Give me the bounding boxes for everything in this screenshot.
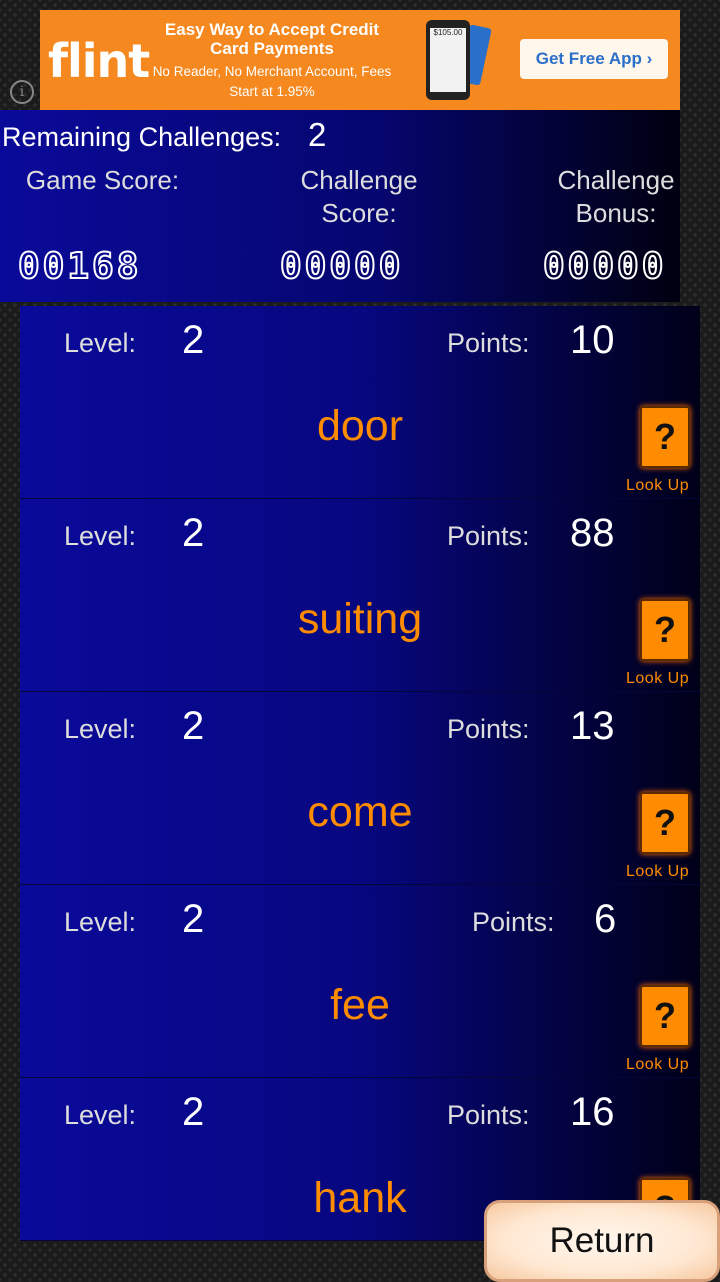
level-value: 2: [182, 511, 205, 555]
word: suiting: [297, 595, 423, 643]
lookup-question-icon[interactable]: ?: [640, 985, 690, 1047]
challenge-score-label: Challenge Score:: [300, 165, 418, 228]
game-score-label: Game Score:: [25, 165, 180, 195]
level-label: Level:: [64, 328, 137, 358]
level-value: 2: [182, 897, 205, 941]
level-label: Level:: [64, 714, 137, 744]
challenge-bonus-value: 00000: [542, 245, 667, 288]
points-label: Points:: [472, 907, 555, 937]
lookup-label[interactable]: Look Up: [626, 477, 689, 495]
ad-banner[interactable]: flint Easy Way to Accept Credit Card Pay…: [40, 10, 680, 110]
ad-headline: Easy Way to Accept Credit Card Payments: [164, 20, 380, 58]
lookup-label[interactable]: Look Up: [626, 1056, 689, 1074]
challenge-bonus-label: Challenge Bonus:: [557, 165, 675, 228]
points-label: Points:: [447, 1100, 530, 1130]
lookup-label[interactable]: Look Up: [626, 863, 689, 881]
level-label: Level:: [64, 907, 137, 937]
points-value: 16: [570, 1090, 615, 1134]
ad-logo: flint: [48, 34, 150, 88]
ad-subtext: No Reader, No Merchant Account, Fees Sta…: [152, 64, 392, 99]
lookup-label[interactable]: Look Up: [626, 670, 689, 688]
get-free-app-button[interactable]: Get Free App ›: [520, 39, 668, 79]
word-row: Level: 2 Points: 6 fee ? Look Up: [20, 885, 700, 1078]
points-label: Points:: [447, 714, 530, 744]
remaining-challenges-value: 2: [308, 116, 327, 153]
points-value: 88: [570, 511, 615, 555]
word: door: [316, 402, 404, 450]
score-header: Remaining Challenges: 2 Game Score: Chal…: [0, 110, 680, 302]
points-label: Points:: [447, 521, 530, 551]
return-button[interactable]: Return: [484, 1200, 720, 1282]
info-icon[interactable]: i: [10, 80, 34, 104]
word: come: [307, 788, 413, 836]
phone-screen-amount: $105.00: [430, 28, 466, 92]
level-value: 2: [182, 704, 205, 748]
level-value: 2: [182, 318, 205, 362]
points-value: 10: [570, 318, 615, 362]
level-label: Level:: [64, 521, 137, 551]
remaining-challenges-label: Remaining Challenges:: [2, 122, 282, 152]
challenge-score-value: 00000: [279, 245, 404, 288]
lookup-question-icon[interactable]: ?: [640, 406, 690, 468]
points-value: 6: [594, 897, 617, 941]
word-row: Level: 2 Points: 88 suiting ? Look Up: [20, 499, 700, 692]
level-value: 2: [182, 1090, 205, 1134]
points-label: Points:: [447, 328, 530, 358]
phone-icon: $105.00: [426, 20, 470, 100]
game-score-value: 00168: [17, 245, 142, 288]
word-row: Level: 2 Points: 13 come ? Look Up: [20, 692, 700, 885]
level-label: Level:: [64, 1100, 137, 1130]
word: fee: [330, 981, 390, 1029]
lookup-question-icon[interactable]: ?: [640, 792, 690, 854]
points-value: 13: [570, 704, 615, 748]
lookup-question-icon[interactable]: ?: [640, 599, 690, 661]
word-row: Level: 2 Points: 10 door ? Look Up: [20, 306, 700, 499]
